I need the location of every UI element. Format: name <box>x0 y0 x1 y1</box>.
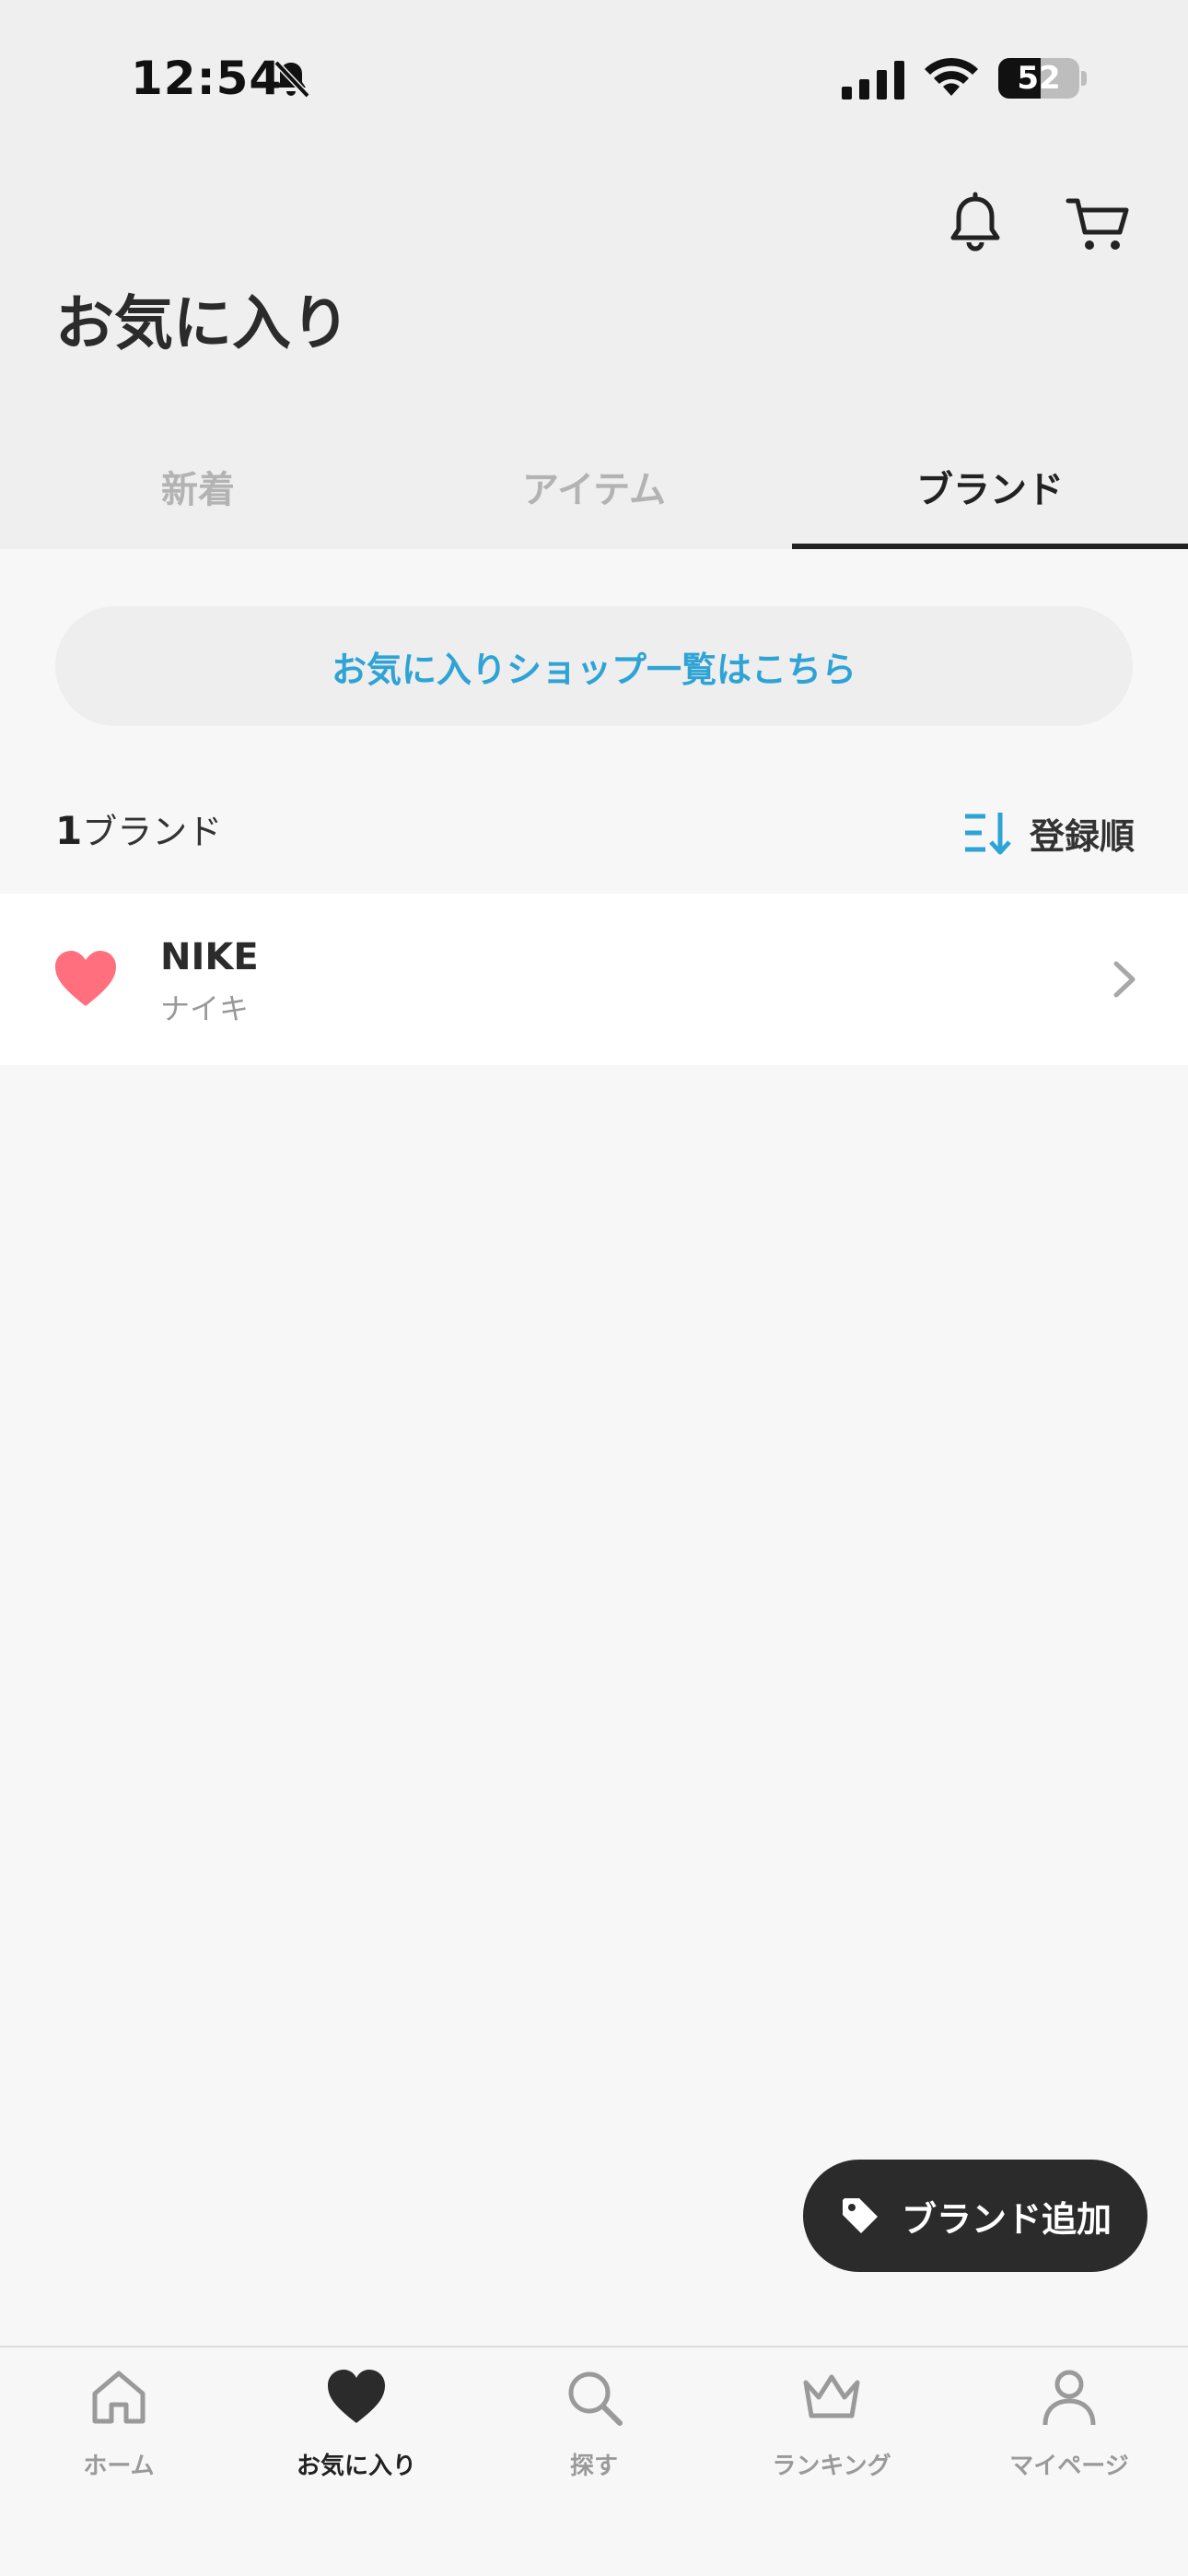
nav-label-home: ホーム <box>83 2453 155 2480</box>
add-brand-button[interactable]: ブランド追加 <box>803 2160 1147 2272</box>
sort-button[interactable]: 登録順 <box>963 805 1135 861</box>
battery-tip <box>1081 71 1087 86</box>
heart-icon <box>328 2370 385 2423</box>
sort-icon <box>965 813 1011 855</box>
add-brand-label: ブランド追加 <box>901 2198 1112 2240</box>
nav-label-favorites: お気に入り <box>296 2453 416 2480</box>
tab-new[interactable]: 新着 <box>0 453 396 549</box>
wifi-icon <box>925 57 978 96</box>
nav-item-search[interactable]: 探す <box>475 2348 713 2576</box>
bell-icon[interactable] <box>943 192 1007 256</box>
page-title: お気に入り <box>55 290 350 358</box>
battery-indicator: 52 <box>998 58 1079 99</box>
brand-list-item[interactable]: NIKE ナイキ <box>0 894 1188 1065</box>
brand-count-number: 1 <box>55 808 83 853</box>
home-icon <box>92 2371 146 2424</box>
favorites-screen: 12:54 52 お気に入り 新着 アイテム ブランド お気に入りショップ一覧は… <box>0 0 1188 2576</box>
battery-percent: 52 <box>1017 60 1061 97</box>
brand-count-suffix: ブランド <box>82 812 223 852</box>
crown-icon <box>803 2374 860 2418</box>
nav-item-home[interactable]: ホーム <box>0 2348 238 2576</box>
tab-bar: 新着 アイテム ブランド <box>0 453 1188 549</box>
status-time: 12:54 <box>131 52 283 105</box>
nav-item-favorites[interactable]: お気に入り <box>238 2348 475 2576</box>
brand-kana: ナイキ <box>160 991 250 1026</box>
heart-icon[interactable] <box>53 949 118 1008</box>
brand-count: 1ブランド <box>55 803 222 854</box>
favorite-shops-button[interactable]: お気に入りショップ一覧はこちら <box>55 606 1133 726</box>
tab-brands[interactable]: ブランド <box>792 453 1188 549</box>
cart-icon[interactable] <box>1065 190 1133 258</box>
bottom-navigation: ホーム お気に入り 探す ランキング マイページ <box>0 2346 1188 2576</box>
bell-muted-icon <box>274 60 310 99</box>
nav-label-ranking: ランキング <box>772 2453 891 2480</box>
cellular-signal-icon <box>842 61 904 100</box>
person-icon <box>1042 2370 1096 2426</box>
sort-label: 登録順 <box>1030 815 1136 857</box>
nav-item-ranking[interactable]: ランキング <box>713 2348 950 2576</box>
nav-label-search: 探す <box>569 2453 618 2480</box>
chevron-right-icon <box>1113 961 1136 998</box>
search-icon <box>568 2371 623 2426</box>
brand-name: NIKE <box>160 936 259 978</box>
tab-items[interactable]: アイテム <box>396 453 792 549</box>
nav-label-mypage: マイページ <box>1009 2453 1129 2480</box>
tag-icon <box>842 2198 878 2233</box>
nav-item-mypage[interactable]: マイページ <box>950 2348 1188 2576</box>
